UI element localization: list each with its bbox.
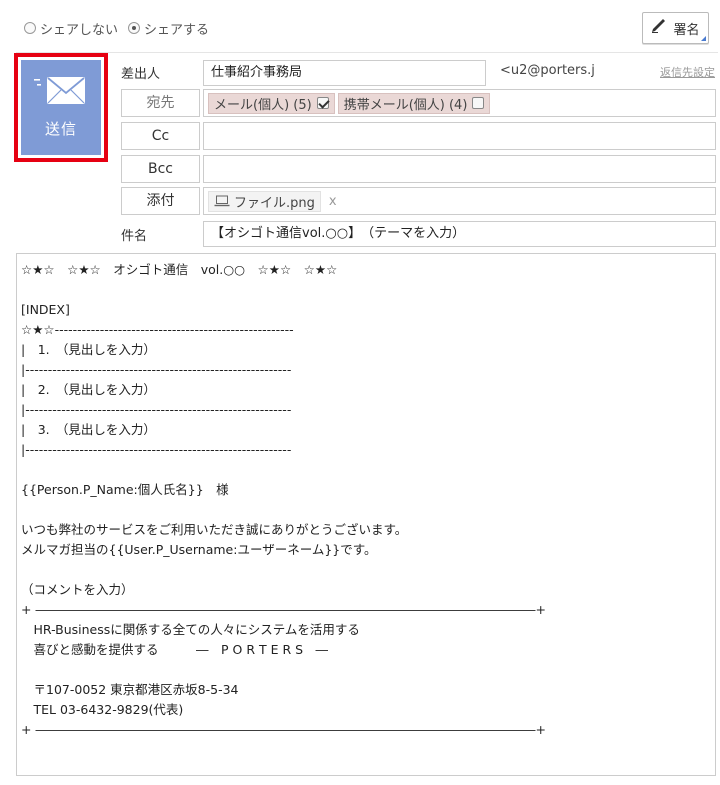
to-field[interactable]: メール(個人) (5) 携帯メール(個人) (4) [203, 89, 716, 117]
radio-share-off-label: シェアしない [40, 22, 119, 38]
radio-share-off-dot[interactable] [24, 22, 36, 34]
pen-icon [651, 19, 673, 37]
body-line: ☆★☆-------------------------------------… [21, 322, 294, 337]
divider [16, 52, 718, 53]
body-line: |---------------------------------------… [21, 362, 292, 377]
body-textarea[interactable]: ☆★☆ ☆★☆ オシゴト通信 vol.○○ ☆★☆ ☆★☆ [INDEX] ☆★☆-… [16, 253, 716, 776]
attachment-name: ファイル.png [234, 195, 315, 211]
send-button[interactable]: 送信 [21, 60, 101, 155]
to-button[interactable]: 宛先 [121, 89, 200, 117]
body-line: |---------------------------------------… [21, 442, 292, 457]
radio-share-on-dot[interactable] [128, 22, 141, 34]
bcc-input[interactable] [203, 155, 716, 183]
body-line: いつも弊社のサービスをご利用いただき誠にありがとうございます。 [21, 522, 408, 537]
body-line [21, 660, 711, 680]
body-line: |---------------------------------------… [21, 402, 292, 417]
subject-input[interactable]: 【オシゴト通信vol.○○】 （テーマを入力） [203, 221, 716, 247]
body-line: + ――――――――――――――――――――――――――――――――――――――… [21, 602, 546, 617]
send-highlight: 送信 [14, 53, 108, 162]
body-line: | 1. （見出しを入力） [21, 342, 156, 357]
share-options: シェアしない シェアする [24, 18, 219, 38]
body-line: [INDEX] [21, 302, 70, 317]
remove-attachment-button[interactable]: x [329, 194, 337, 209]
body-line: | 2. （見出しを入力） [21, 382, 156, 397]
attachment-chip[interactable]: ファイル.png [208, 190, 321, 212]
body-line: （コメントを入力） [21, 582, 134, 597]
sender-input[interactable]: 仕事紹介事務局 [203, 60, 486, 86]
laptop-icon [214, 195, 230, 207]
radio-share-on[interactable]: シェアする [128, 19, 209, 38]
body-line: 〒107-0052 東京都港区赤坂8-5-34 [21, 682, 239, 697]
body-line: メルマガ担当の{{User.P_Username:ユーザーネーム}}です。 [21, 542, 377, 557]
send-label: 送信 [44, 120, 77, 138]
body-line [21, 560, 711, 580]
cc-input[interactable] [203, 122, 716, 150]
recipient-checkbox[interactable] [316, 97, 329, 109]
body-line [21, 280, 711, 300]
sender-address: <u2@porters.j [500, 63, 595, 78]
body-line: | 3. （見出しを入力） [21, 422, 156, 437]
signature-label: 署名 [673, 22, 700, 38]
radio-share-on-label: シェアする [144, 22, 210, 38]
attach-button[interactable]: 添付 [121, 187, 200, 215]
recipient-chip-label: 携帯メール(個人) (4) [343, 97, 468, 113]
body-line: + ――――――――――――――――――――――――――――――――――――――… [21, 722, 546, 737]
body-line [21, 500, 711, 520]
radio-share-off[interactable]: シェアしない [24, 19, 118, 38]
reply-to-link[interactable]: 返信先設定 [660, 64, 715, 80]
envelope-icon [33, 76, 89, 110]
subject-label: 件名 [121, 229, 148, 244]
body-line: ☆★☆ ☆★☆ オシゴト通信 vol.○○ ☆★☆ ☆★☆ [21, 262, 338, 277]
recipient-chip-email[interactable]: メール(個人) (5) [208, 92, 335, 114]
bcc-button[interactable]: Bcc [121, 155, 200, 183]
body-line: TEL 03-6432-9829(代表) [21, 702, 184, 717]
recipient-checkbox[interactable] [472, 97, 485, 109]
signature-button[interactable]: 署名 [642, 12, 709, 44]
sender-label: 差出人 [121, 67, 161, 82]
recipient-chip-label: メール(個人) (5) [214, 97, 312, 113]
corner-marker [701, 36, 706, 41]
body-line [21, 460, 711, 480]
recipient-chip-mobile[interactable]: 携帯メール(個人) (4) [337, 92, 491, 114]
attach-field: ファイル.png x [203, 187, 716, 215]
body-line: 喜びと感動を提供する ― P O R T E R S ― [21, 642, 329, 657]
cc-button[interactable]: Cc [121, 122, 200, 150]
body-line: {{Person.P_Name:個人氏名}} 様 [21, 482, 229, 497]
body-line: HR-Businessに関係する全ての人々にシステムを活用する [21, 622, 360, 637]
